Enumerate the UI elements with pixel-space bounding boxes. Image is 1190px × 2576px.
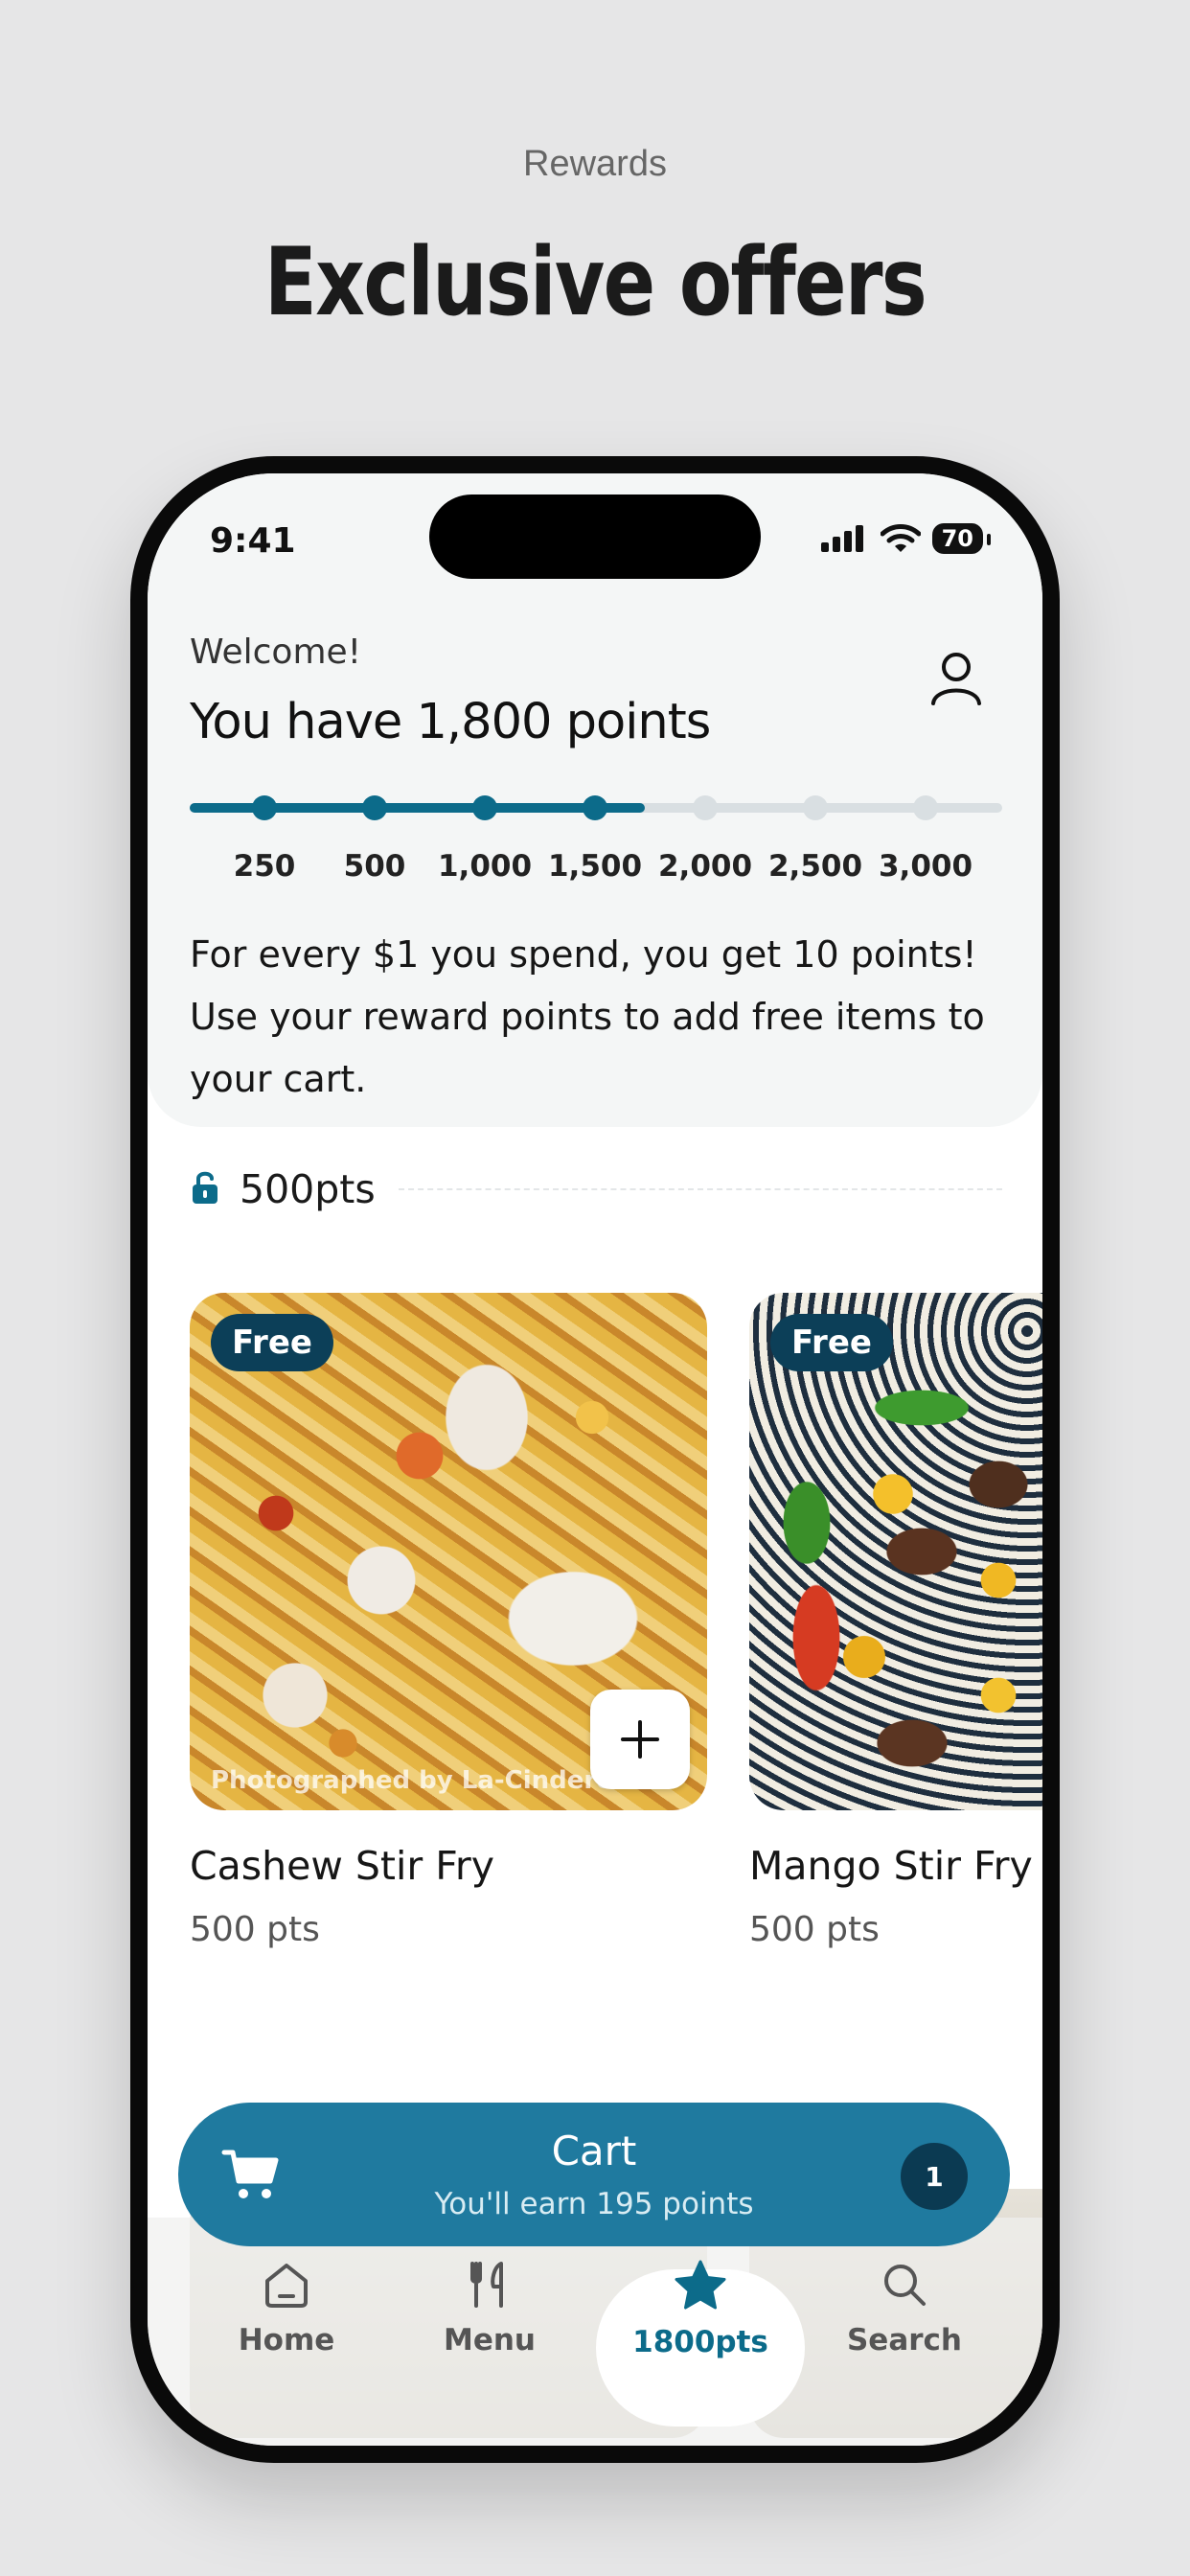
points-title: You have 1,800 points bbox=[190, 694, 711, 750]
tab-home[interactable]: Home bbox=[191, 2258, 382, 2358]
milestone-dot bbox=[913, 795, 938, 820]
tab-menu[interactable]: Menu bbox=[394, 2258, 585, 2358]
reward-item-image: Free bbox=[749, 1293, 1042, 1810]
milestone-dot bbox=[803, 795, 828, 820]
status-icons: 70 bbox=[819, 523, 992, 554]
reward-item-card[interactable]: Free Photographed by La-Cinderell Cashew… bbox=[190, 1293, 707, 1949]
milestone-dot bbox=[583, 795, 607, 820]
tab-home-label: Home bbox=[238, 2323, 335, 2358]
tier-divider bbox=[398, 1188, 1002, 1190]
profile-icon[interactable] bbox=[929, 650, 983, 711]
phone-screen: Welcome! You have 1,800 points 250 500 1,0… bbox=[148, 473, 1042, 2446]
status-time: 9:41 bbox=[210, 521, 296, 561]
milestone-dot bbox=[693, 795, 718, 820]
reward-item-card[interactable]: Free Mango Stir Fry 500 pts bbox=[749, 1293, 1042, 1949]
milestone-label: 2,000 bbox=[657, 849, 753, 884]
cart-title: Cart bbox=[551, 2128, 637, 2174]
tab-search-label: Search bbox=[846, 2323, 962, 2358]
milestone-label: 500 bbox=[343, 849, 406, 884]
tab-menu-label: Menu bbox=[443, 2323, 536, 2358]
photo-watermark: Photographed by La-Cinderell bbox=[211, 1766, 630, 1795]
tab-rewards-label: 1800pts bbox=[632, 2325, 768, 2359]
milestone-label: 1,000 bbox=[437, 849, 533, 884]
cart-count-badge: 1 bbox=[901, 2143, 968, 2210]
star-icon bbox=[675, 2260, 726, 2310]
battery-indicator: 70 bbox=[931, 523, 992, 554]
tab-search[interactable]: Search bbox=[809, 2258, 1000, 2358]
tab-rewards[interactable]: 1800pts bbox=[605, 2258, 796, 2359]
free-badge: Free bbox=[211, 1314, 333, 1371]
wifi-icon bbox=[880, 524, 921, 552]
utensils-icon bbox=[470, 2262, 503, 2308]
welcome-text: Welcome! bbox=[190, 632, 362, 672]
reward-item-image: Free Photographed by La-Cinderell bbox=[190, 1293, 707, 1810]
page-eyebrow: Rewards bbox=[523, 144, 667, 184]
unlock-icon bbox=[190, 1169, 220, 1209]
milestone-label: 1,500 bbox=[547, 849, 643, 884]
milestone-label: 2,500 bbox=[767, 849, 863, 884]
add-to-cart-button[interactable] bbox=[590, 1690, 690, 1789]
search-icon bbox=[884, 2265, 926, 2306]
reward-item-name: Mango Stir Fry bbox=[749, 1843, 1033, 1889]
page-headline: Exclusive offers bbox=[263, 228, 927, 337]
dynamic-island bbox=[429, 494, 761, 579]
milestone-dot bbox=[472, 795, 497, 820]
milestone-dot bbox=[252, 795, 277, 820]
reward-item-points: 500 pts bbox=[190, 1910, 320, 1949]
reward-item-name: Cashew Stir Fry bbox=[190, 1843, 494, 1889]
plus-icon bbox=[621, 1720, 659, 1759]
tier-label: 500pts bbox=[240, 1166, 376, 1212]
tier-header: 500pts bbox=[190, 1165, 1002, 1213]
milestone-label: 3,000 bbox=[878, 849, 973, 884]
home-icon bbox=[265, 2264, 308, 2308]
cellular-signal-icon bbox=[820, 525, 863, 552]
free-badge: Free bbox=[770, 1314, 893, 1371]
cart-subtitle: You'll earn 195 points bbox=[434, 2187, 754, 2221]
milestone-dot bbox=[362, 795, 387, 820]
milestone-label: 250 bbox=[233, 849, 296, 884]
points-progress-track bbox=[190, 795, 1002, 820]
cart-button[interactable]: Cart You'll earn 195 points 1 bbox=[178, 2103, 1010, 2246]
rewards-info-text: For every $1 you spend, you get 10 point… bbox=[190, 933, 985, 1100]
phone-frame: Welcome! You have 1,800 points 250 500 1,0… bbox=[130, 456, 1060, 2463]
reward-item-points: 500 pts bbox=[749, 1910, 880, 1949]
